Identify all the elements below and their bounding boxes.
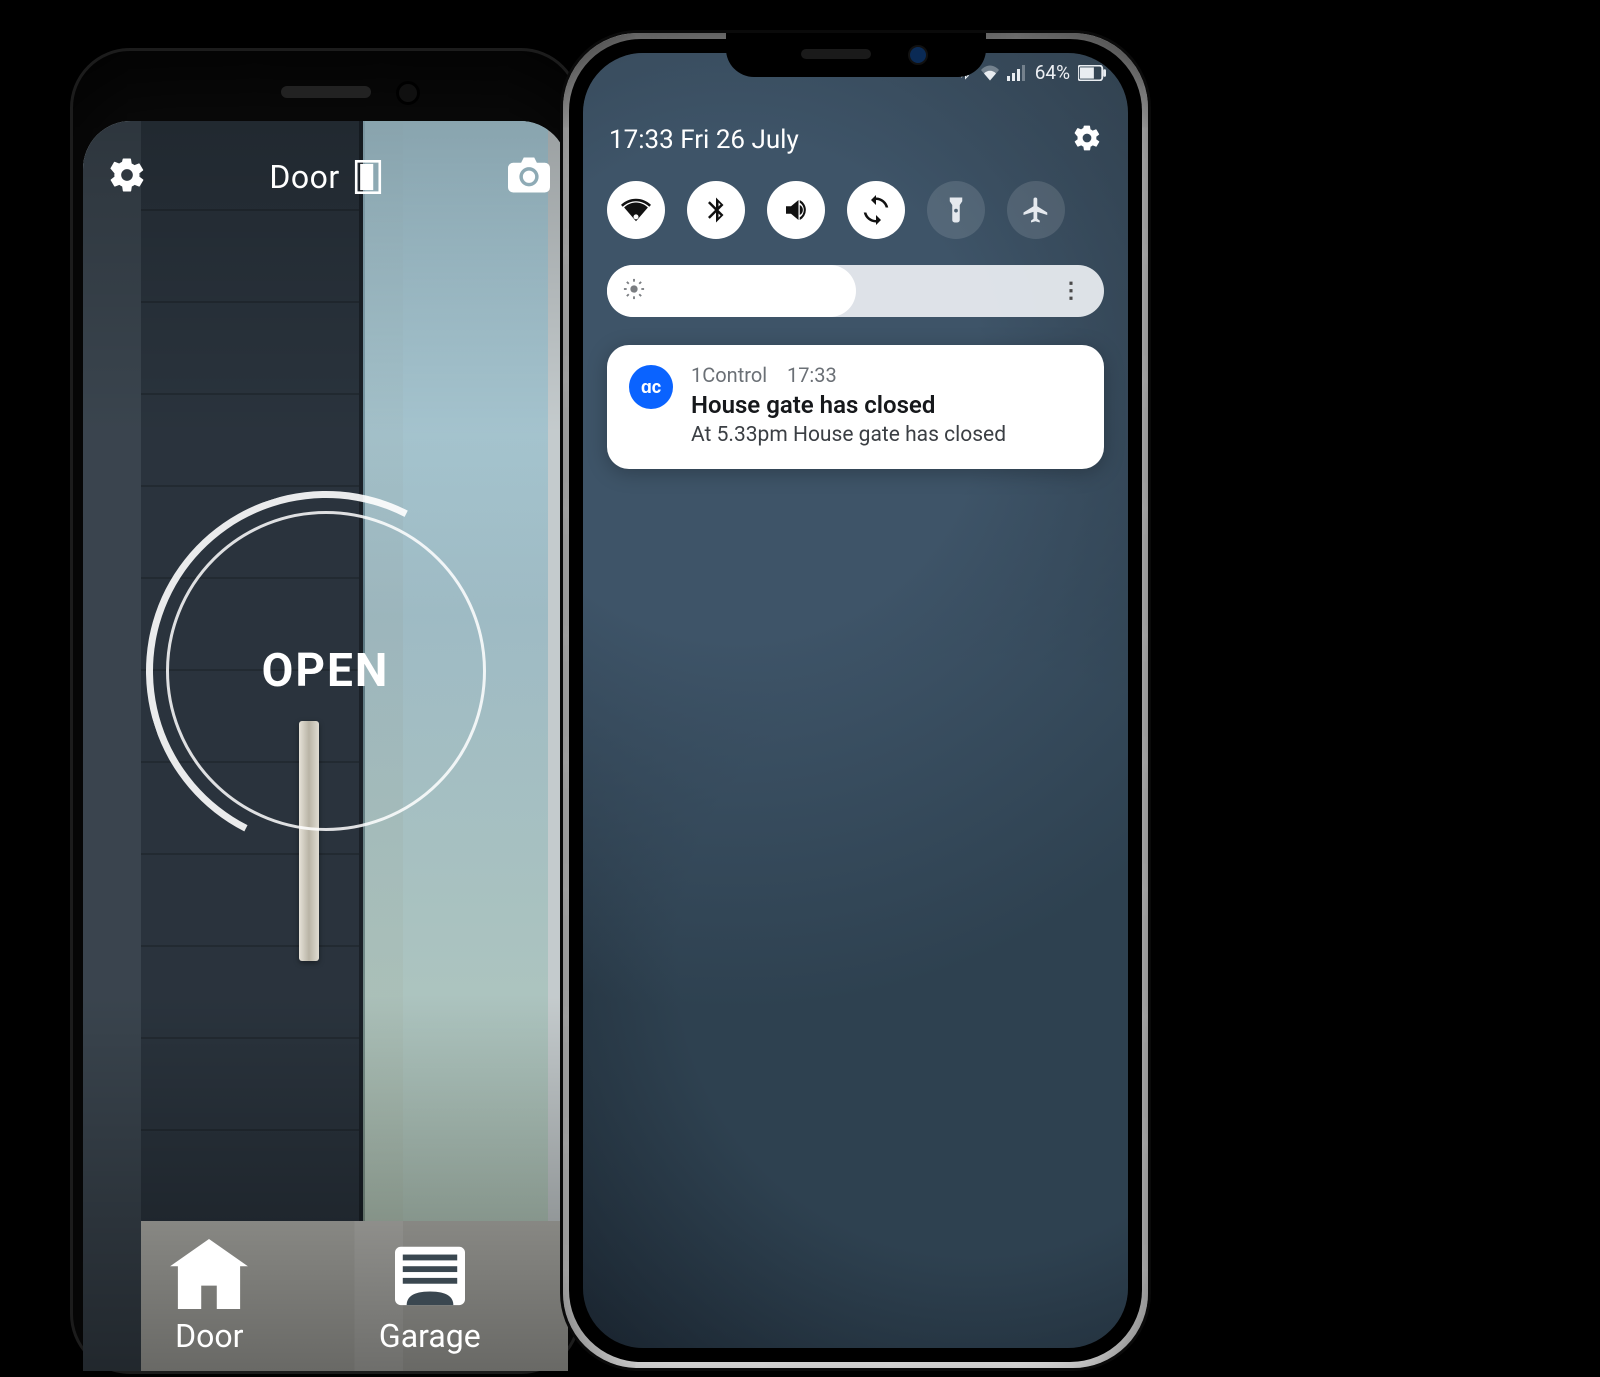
notification-content: 1Control 17:33 House gate has closed At … (691, 363, 1082, 447)
bottom-nav: Door Garage (83, 1165, 568, 1371)
nav-item-garage[interactable]: Garage (379, 1239, 481, 1355)
notification-body: At 5.33pm House gate has closed (691, 423, 1082, 447)
qs-sound[interactable] (767, 181, 825, 239)
panel-header: 17:33 Fri 26 July (609, 123, 1102, 157)
qs-airplane[interactable] (1007, 181, 1065, 239)
battery-text: 64% (1035, 61, 1070, 84)
panel-settings-button[interactable] (1072, 123, 1102, 157)
right-phone-screen: 64% 17:33 Fri 26 July (583, 53, 1128, 1348)
notification-meta: 1Control 17:33 (691, 363, 1082, 387)
nav-item-door[interactable]: Door (170, 1239, 248, 1355)
nav-door-label: Door (175, 1317, 243, 1355)
wifi-status-icon (981, 65, 999, 81)
left-phone-frame: Door OPEN Door (70, 48, 581, 1374)
flashlight-icon (941, 195, 971, 225)
panel-datetime: 17:33 Fri 26 July (609, 125, 799, 155)
wifi-icon (621, 195, 651, 225)
brightness-track: ⋮ (607, 265, 1104, 317)
phone-speaker (281, 86, 371, 98)
gear-icon (1072, 123, 1102, 153)
qs-bluetooth[interactable] (687, 181, 745, 239)
gear-icon (107, 155, 147, 195)
open-button[interactable]: OPEN (166, 511, 486, 831)
brightness-sun-icon (623, 278, 645, 304)
qs-wifi[interactable] (607, 181, 665, 239)
airplane-icon (1021, 195, 1051, 225)
auto-rotate-icon (861, 195, 891, 225)
sound-icon (781, 195, 811, 225)
garage-icon (391, 1239, 469, 1309)
settings-button[interactable] (107, 155, 147, 199)
brightness-slider[interactable]: ⋮ (607, 265, 1104, 317)
notification-time: 17:33 (787, 363, 837, 387)
house-icon (170, 1239, 248, 1309)
left-phone-screen: Door OPEN Door (83, 121, 568, 1371)
qs-torch[interactable] (927, 181, 985, 239)
nav-garage-label: Garage (379, 1317, 481, 1355)
qs-rotate[interactable] (847, 181, 905, 239)
phone-front-camera (396, 81, 420, 105)
bluetooth-icon (701, 195, 731, 225)
app-header: Door (83, 139, 568, 215)
camera-button[interactable] (508, 157, 550, 197)
brightness-more-button[interactable]: ⋮ (1060, 279, 1084, 304)
notification-title: House gate has closed (691, 391, 1082, 419)
battery-icon (1078, 65, 1106, 81)
notification-card[interactable]: ɑc 1Control 17:33 House gate has closed … (607, 345, 1104, 469)
notification-app-name: 1Control (691, 363, 767, 387)
phone-notch (726, 33, 986, 77)
header-title: Door (269, 158, 339, 196)
camera-icon (508, 157, 550, 193)
header-title-group: Door (269, 158, 381, 196)
right-phone-frame: 64% 17:33 Fri 26 July (560, 30, 1151, 1371)
signal-icon (1007, 65, 1027, 81)
notification-app-badge: ɑc (629, 365, 673, 409)
quick-settings-row (607, 181, 1104, 239)
door-icon (354, 160, 382, 194)
open-label: OPEN (166, 511, 486, 831)
blurred-wallpaper (583, 53, 1128, 1348)
